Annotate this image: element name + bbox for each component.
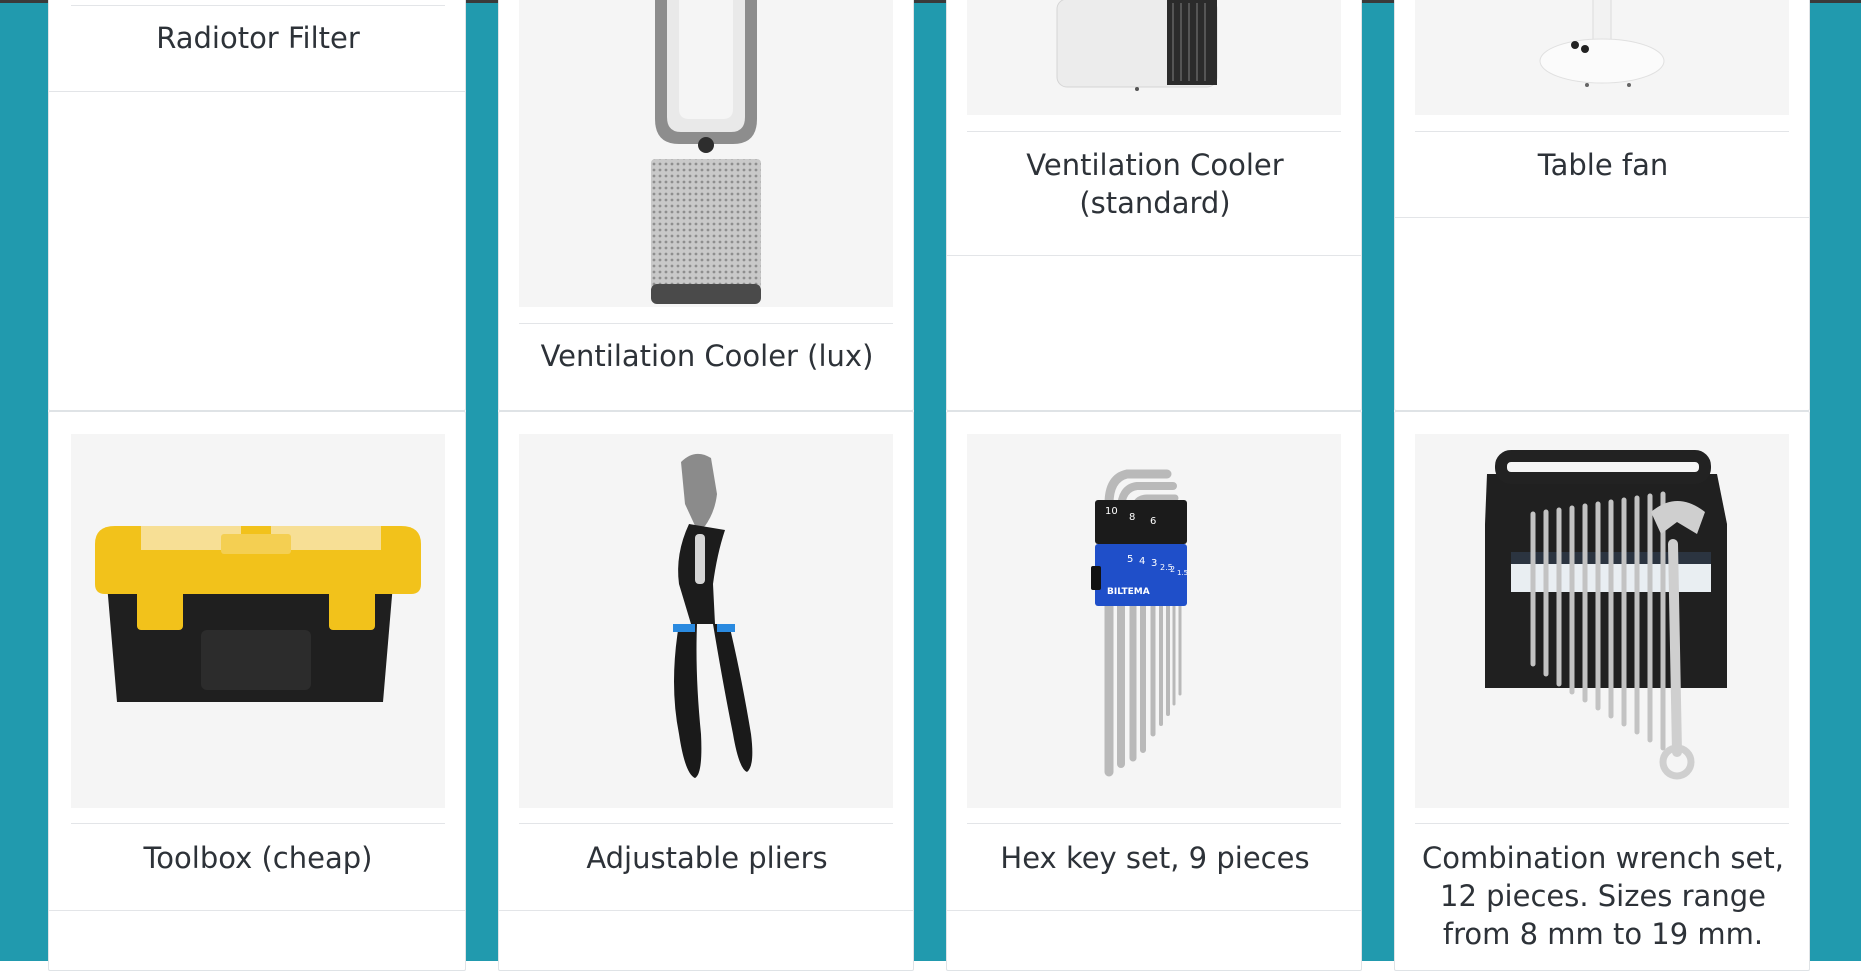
product-title[interactable]: Combination wrench set, 12 pieces. Sizes…: [1409, 839, 1797, 953]
page-gutter-2: [914, 3, 946, 961]
product-image[interactable]: [1415, 434, 1789, 808]
product-image[interactable]: [71, 434, 445, 808]
product-card-hex-key-set[interactable]: 10 8 6 5 4 3 2.5 2 1.5 BILTEMA Hex key s…: [946, 411, 1362, 971]
card-divider: [947, 255, 1361, 256]
product-title[interactable]: Ventilation Cooler (lux): [509, 337, 905, 375]
svg-text:5: 5: [1127, 554, 1133, 565]
product-card-toolbox-cheap[interactable]: Toolbox (cheap): [48, 411, 466, 971]
page-gutter-1: [466, 3, 498, 961]
tower-purifier-fan-icon: [651, 0, 761, 304]
image-separator: [519, 323, 893, 324]
svg-text:8: 8: [1129, 512, 1135, 523]
image-separator: [71, 5, 445, 6]
card-divider: [1395, 217, 1809, 218]
svg-text:4: 4: [1139, 556, 1145, 567]
product-card-ventilation-cooler-lux[interactable]: Ventilation Cooler (lux): [498, 0, 914, 411]
product-title[interactable]: Toolbox (cheap): [59, 839, 457, 877]
product-title[interactable]: Adjustable pliers: [509, 839, 905, 877]
product-title[interactable]: Hex key set, 9 pieces: [957, 839, 1353, 877]
product-card-ventilation-cooler-standard[interactable]: Ventilation Cooler (standard): [946, 0, 1362, 411]
product-card-radiator-filter[interactable]: Radiotor Filter: [48, 0, 466, 411]
product-card-adjustable-pliers[interactable]: Adjustable pliers: [498, 411, 914, 971]
card-divider: [49, 910, 465, 911]
product-image[interactable]: [1415, 0, 1789, 115]
portable-air-cooler-icon: [1056, 0, 1218, 91]
page-gutter-3: [1362, 3, 1394, 961]
card-divider: [49, 91, 465, 92]
product-image[interactable]: 10 8 6 5 4 3 2.5 2 1.5 BILTEMA: [967, 434, 1341, 808]
product-card-table-fan[interactable]: Table fan: [1394, 0, 1810, 411]
product-image[interactable]: [519, 434, 893, 808]
svg-text:10: 10: [1105, 506, 1118, 517]
svg-text:2: 2: [1170, 565, 1175, 574]
card-divider: [499, 910, 913, 911]
image-separator: [967, 823, 1341, 824]
svg-text:BILTEMA: BILTEMA: [1107, 587, 1150, 597]
table-fan-icon: [1539, 0, 1665, 87]
product-image[interactable]: [519, 0, 893, 307]
toolbox-icon: [95, 526, 421, 702]
svg-text:1.5: 1.5: [1177, 569, 1188, 577]
product-card-combination-wrench-set[interactable]: Combination wrench set, 12 pieces. Sizes…: [1394, 411, 1810, 971]
card-divider: [947, 910, 1361, 911]
hex-key-set-icon: 10 8 6 5 4 3 2.5 2 1.5 BILTEMA: [1091, 469, 1188, 777]
wrench-set-icon: [1485, 450, 1727, 780]
product-title[interactable]: Radiotor Filter: [59, 19, 457, 57]
product-title[interactable]: Ventilation Cooler (standard): [997, 146, 1313, 222]
svg-text:6: 6: [1150, 516, 1156, 527]
image-separator: [71, 823, 445, 824]
image-separator: [1415, 131, 1789, 132]
image-separator: [1415, 823, 1789, 824]
page-gutter-left: [0, 3, 48, 961]
pliers-icon: [673, 453, 753, 778]
svg-text:3: 3: [1151, 558, 1157, 569]
image-separator: [519, 823, 893, 824]
page-gutter-right: [1810, 3, 1861, 961]
image-separator: [967, 131, 1341, 132]
product-title[interactable]: Table fan: [1405, 146, 1801, 184]
product-image[interactable]: [967, 0, 1341, 115]
